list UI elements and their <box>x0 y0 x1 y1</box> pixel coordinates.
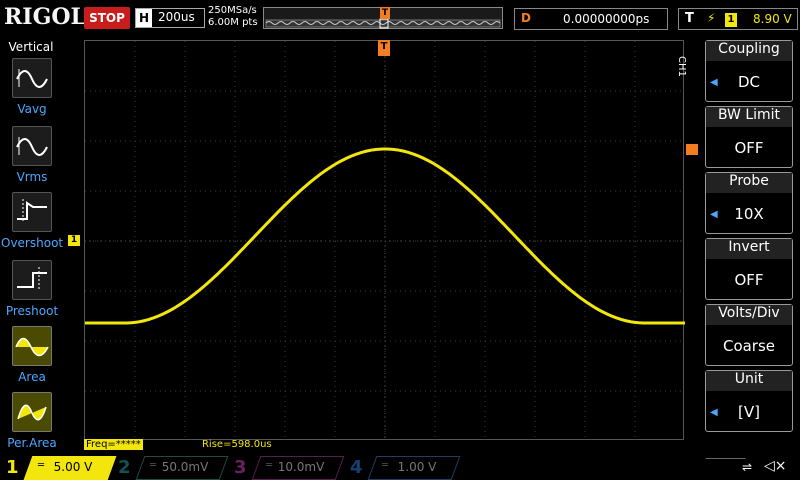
ch1-offset-marker[interactable]: 1 <box>68 235 80 246</box>
menu-invert-value: OFF <box>734 271 764 289</box>
menu-probe[interactable]: Probe ◀ 10X <box>705 172 793 234</box>
ch1-scale: 5.00 V <box>53 460 93 474</box>
speaker-icon[interactable]: ◁× <box>764 458 787 474</box>
freq-result: Freq=***** <box>84 439 143 450</box>
menu-probe-title: Probe <box>706 173 792 193</box>
menu-bw-limit-value: OFF <box>734 139 764 157</box>
measure-preshoot-label: Preshoot <box>5 304 59 318</box>
horizontal-scale[interactable]: H 200us <box>135 8 205 28</box>
measure-per-area-label: Per.Area <box>7 436 57 450</box>
delay-value: 0.00000000ps <box>563 12 650 26</box>
channel-status-bar: 1 ═ 5.00 V 2 ═ 50.0mV 3 ═ 10.0mV 4 ═ 1.0… <box>0 454 800 480</box>
memory-position-bar[interactable]: T <box>263 7 503 29</box>
ch3-status[interactable]: 3 ═ 10.0mV <box>234 456 345 480</box>
measure-vrms[interactable]: Vrms <box>9 126 55 184</box>
measure-overshoot-label: Overshoot <box>1 236 64 250</box>
channel-menu: Coupling ◀ DC BW Limit OFF Probe ◀ 10X I… <box>700 40 800 440</box>
menu-volts-div-value: Coarse <box>722 337 776 355</box>
ch3-number: 3 <box>234 457 247 478</box>
measure-panel: Vertical Vavg Vrms Overshoot Preshoot Ar… <box>0 36 66 454</box>
menu-unit-value: [V] <box>738 403 760 421</box>
menu-coupling[interactable]: Coupling ◀ DC <box>705 40 793 102</box>
measure-vavg[interactable]: Vavg <box>9 58 55 116</box>
menu-unit[interactable]: Unit ◀ [V] <box>705 370 793 432</box>
ch3-scale: 10.0mV <box>277 460 325 474</box>
measure-area-label: Area <box>18 370 46 384</box>
rise-result: Rise=598.0us <box>201 439 272 450</box>
horizontal-value: 200us <box>158 10 195 24</box>
vrms-icon <box>12 126 52 166</box>
status-divider <box>694 458 746 478</box>
menu-coupling-title: Coupling <box>706 41 792 61</box>
menu-coupling-value: DC <box>737 73 761 91</box>
ch2-number: 2 <box>118 457 131 478</box>
ch2-scale: 50.0mV <box>161 460 209 474</box>
delay-readout[interactable]: D 0.00000000ps <box>514 8 668 30</box>
acquisition-info: 250MSa/s 6.00M pts <box>208 5 258 29</box>
usb-icon: ⇌ <box>742 460 753 474</box>
trigger-position-marker[interactable]: T <box>378 40 390 56</box>
trigger-level-marker[interactable] <box>686 144 698 155</box>
rising-edge-icon: ⚡ <box>707 11 716 25</box>
waveform-display[interactable] <box>84 40 685 441</box>
measure-area[interactable]: Area <box>9 326 55 384</box>
preshoot-icon <box>12 260 52 300</box>
run-stop-indicator[interactable]: STOP <box>84 7 130 29</box>
menu-bw-limit-title: BW Limit <box>706 107 792 127</box>
per-area-icon <box>12 392 52 432</box>
measure-vrms-label: Vrms <box>16 170 48 184</box>
trigger-channel: 1 <box>725 13 737 27</box>
measure-vavg-label: Vavg <box>17 102 47 116</box>
trigger-level: 8.90 V <box>753 12 792 26</box>
measure-preshoot[interactable]: Preshoot <box>6 260 58 318</box>
menu-volts-div-title: Volts/Div <box>706 305 792 325</box>
ch4-scale: 1.00 V <box>397 460 437 474</box>
trigger-label: T <box>685 11 694 26</box>
measure-per-area[interactable]: Per.Area <box>7 392 57 450</box>
menu-probe-value: 10X <box>734 205 764 223</box>
ch2-status[interactable]: 2 ═ 50.0mV <box>118 456 229 480</box>
area-icon <box>12 326 52 366</box>
ch4-status[interactable]: 4 ═ 1.00 V <box>350 456 461 480</box>
menu-unit-title: Unit <box>706 371 792 391</box>
menu-tab-ch1: CH1 <box>676 56 687 77</box>
ch1-number: 1 <box>6 457 19 478</box>
memory-trigger-marker: T <box>380 7 390 19</box>
menu-invert-title: Invert <box>706 239 792 259</box>
top-status-bar: RIGOL STOP H 200us 250MSa/s 6.00M pts T … <box>0 0 800 36</box>
trigger-readout[interactable]: T ⚡ 1 8.90 V <box>678 8 798 30</box>
measure-overshoot[interactable]: Overshoot <box>1 192 63 250</box>
delay-label: D <box>521 11 531 25</box>
measure-panel-title: Vertical <box>8 40 54 54</box>
sample-rate: 250MSa/s <box>208 5 257 16</box>
overshoot-icon <box>12 192 52 232</box>
menu-bw-limit[interactable]: BW Limit OFF <box>705 106 793 168</box>
rigol-logo: RIGOL <box>4 4 86 30</box>
ch1-status[interactable]: 1 ═ 5.00 V <box>6 456 117 480</box>
ch4-number: 4 <box>350 457 363 478</box>
vavg-icon <box>12 58 52 98</box>
measurement-results: Freq=***** Rise=598.0us <box>84 439 272 450</box>
horizontal-label: H <box>136 9 152 27</box>
menu-invert[interactable]: Invert OFF <box>705 238 793 300</box>
menu-volts-div[interactable]: Volts/Div Coarse <box>705 304 793 366</box>
graticule <box>85 41 685 441</box>
memory-depth: 6.00M pts <box>208 17 258 28</box>
